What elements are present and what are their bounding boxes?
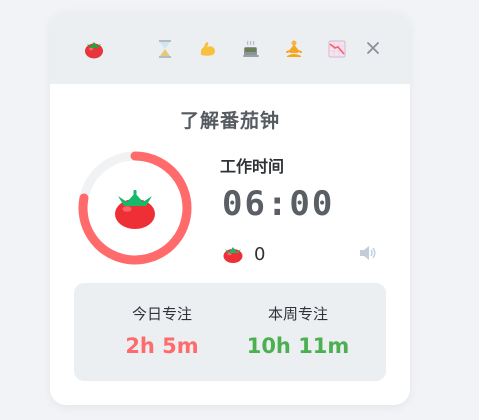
pomodoro-count: 0: [254, 243, 266, 265]
close-button[interactable]: [364, 39, 382, 57]
today-focus-label: 今日专注: [131, 305, 192, 323]
today-focus-stat: 今日专注 2h 5m: [84, 303, 240, 358]
sound-toggle-button[interactable]: [358, 244, 378, 262]
week-focus-value: 10h 11m: [246, 334, 350, 358]
timer-display: 06:00: [222, 184, 335, 224]
chart-decreasing-icon[interactable]: [326, 38, 348, 60]
pomodoro-counter: 0: [222, 243, 265, 265]
close-icon[interactable]: [364, 39, 382, 57]
flexed-biceps-icon[interactable]: [197, 38, 219, 60]
hot-beverage-icon[interactable]: [240, 38, 262, 60]
tomato-icon: [223, 247, 243, 263]
meditation-icon[interactable]: [283, 38, 305, 60]
week-focus-stat: 本周专注 10h 11m: [220, 303, 376, 358]
focus-stats-panel: 今日专注 2h 5m 本周专注 10h 11m: [74, 283, 386, 381]
pomodoro-card: 了解番茄钟 工作时间 06:00 0 今日专注 2h 5m 本周专注 10h 1…: [50, 12, 410, 405]
phase-label: 工作时间: [220, 157, 285, 176]
progress-ring: [75, 148, 195, 268]
week-focus-label: 本周专注: [267, 305, 328, 323]
toolbar: [50, 12, 410, 84]
today-focus-value: 2h 5m: [125, 334, 199, 358]
tomato-icon[interactable]: [83, 38, 105, 60]
speaker-icon[interactable]: [358, 244, 378, 262]
hourglass-icon[interactable]: [154, 38, 176, 60]
page-title: 了解番茄钟: [179, 110, 280, 132]
tomato-icon: [115, 190, 155, 229]
